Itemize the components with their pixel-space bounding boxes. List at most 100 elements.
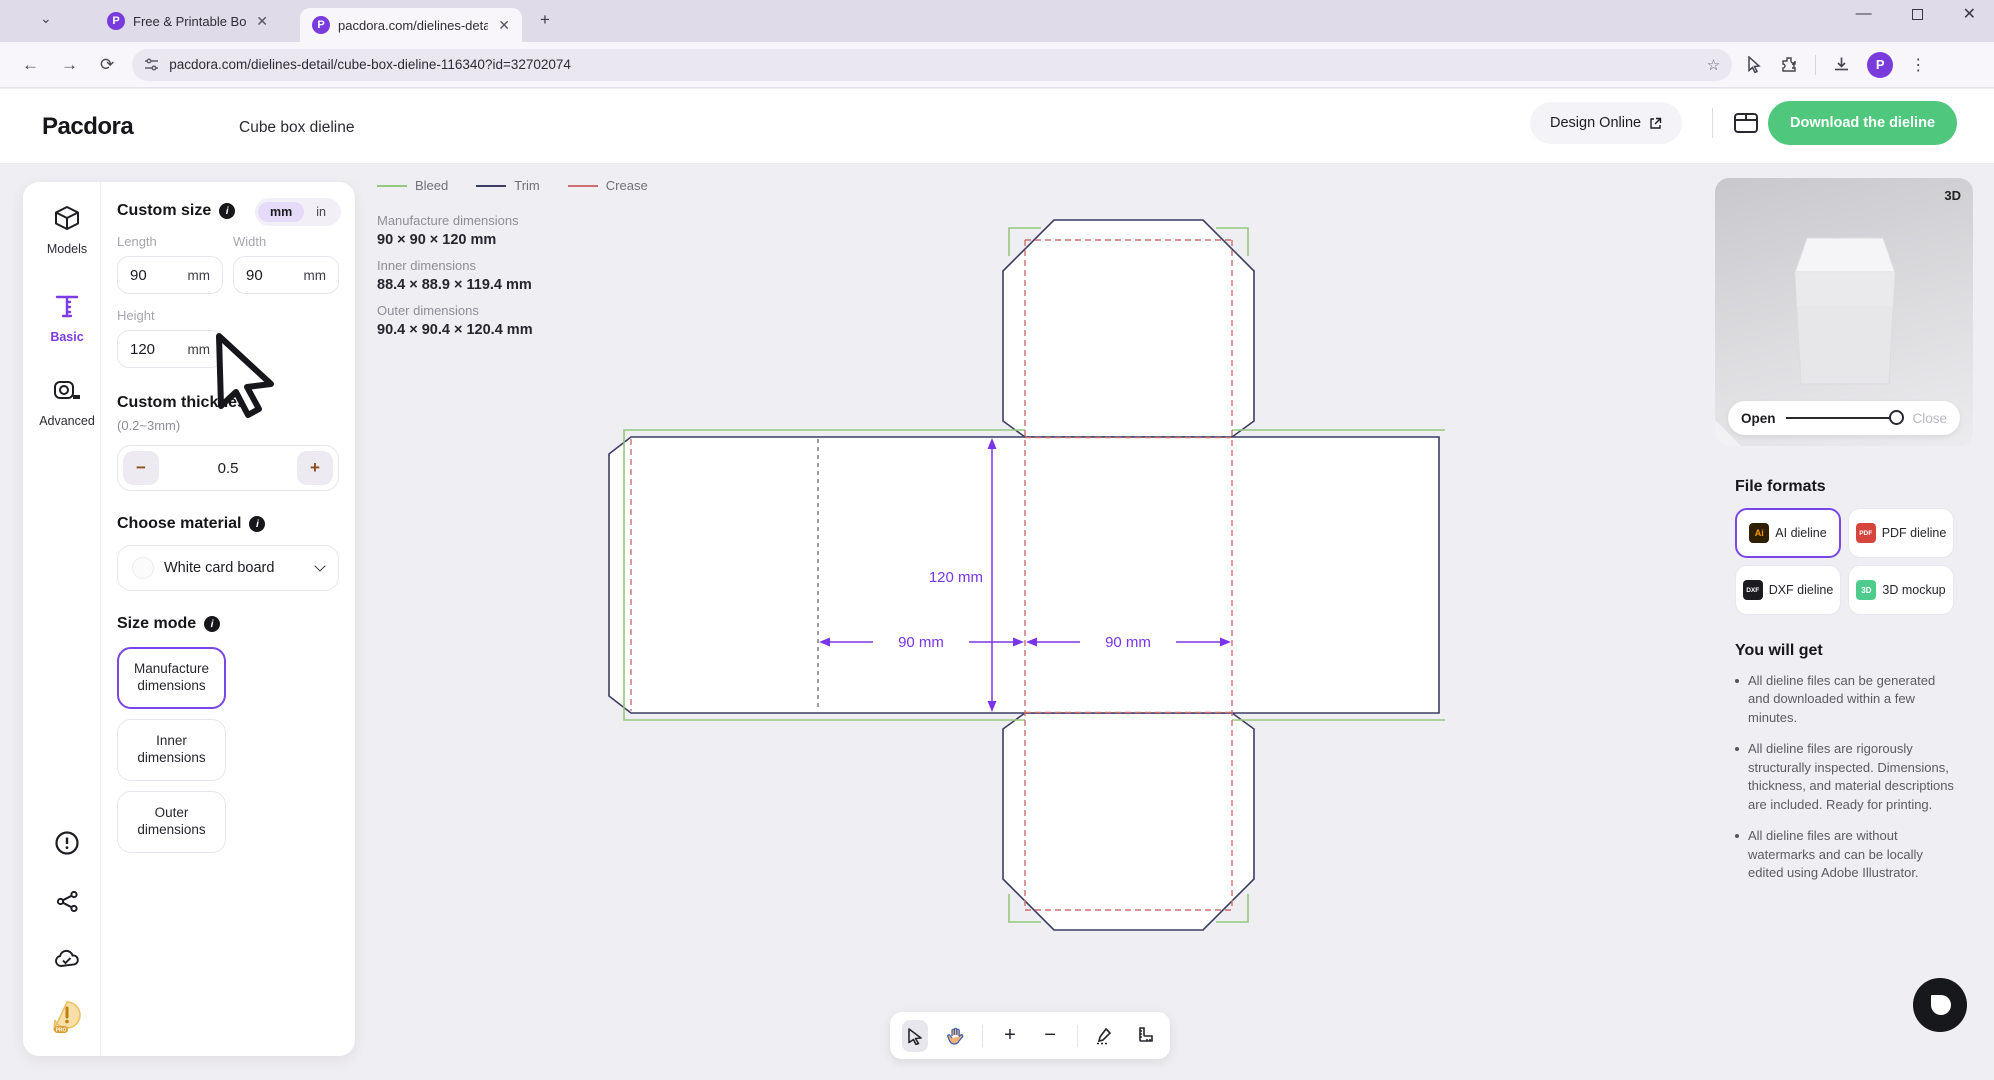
- format-label: PDF dieline: [1882, 526, 1947, 540]
- dxf-file-icon: DXF: [1743, 580, 1763, 600]
- size-mode-title: Size mode i: [117, 615, 339, 633]
- mockup-file-icon: 3D: [1856, 580, 1876, 600]
- slider-knob[interactable]: [1889, 410, 1904, 425]
- browser-tab-1[interactable]: P Free & Printable Box Templat ✕: [95, 4, 280, 38]
- sidebar-item-basic[interactable]: Basic: [23, 292, 111, 344]
- toolbar-extensions: P ⋮: [1746, 52, 1926, 78]
- mode-inner-button[interactable]: Inner dimensions: [117, 719, 226, 781]
- tab-search-chevron-icon[interactable]: ⌄: [40, 10, 52, 27]
- window-minimize-button[interactable]: —: [1856, 5, 1872, 23]
- rotate-3d-icon[interactable]: 3D: [1944, 188, 1961, 203]
- window-close-button[interactable]: ✕: [1963, 4, 1976, 24]
- browser-tab-2-active[interactable]: P pacdora.com/dielines-detail/ ✕: [300, 8, 522, 42]
- thickness-value[interactable]: 0.5: [159, 460, 297, 477]
- format-3d-mockup-button[interactable]: 3D 3D mockup: [1848, 565, 1954, 615]
- unit-in-option[interactable]: in: [304, 202, 338, 222]
- info-icon[interactable]: i: [249, 516, 265, 532]
- unit-mm-option[interactable]: mm: [258, 202, 304, 222]
- format-ai-button[interactable]: Ai AI dieline: [1735, 508, 1841, 558]
- hand-icon: [946, 1027, 964, 1045]
- cloud-check-icon: [54, 948, 81, 970]
- puzzle-extensions-icon[interactable]: [1780, 56, 1798, 74]
- ai-file-icon: Ai: [1749, 523, 1769, 543]
- annotate-tool-button[interactable]: [1092, 1020, 1118, 1052]
- format-dxf-button[interactable]: DXF DXF dieline: [1735, 565, 1841, 615]
- mode-label: Inner dimensions: [122, 733, 221, 767]
- t-square-icon: [53, 292, 81, 320]
- site-info-icon[interactable]: [144, 57, 159, 72]
- length-unit: mm: [188, 268, 211, 283]
- benefit-item: All dieline files are without watermarks…: [1735, 827, 1960, 882]
- size-mode-options: Manufacture dimensions Inner dimensions …: [117, 647, 339, 853]
- benefit-item: All dieline files are rigorously structu…: [1735, 740, 1960, 814]
- report-issue-button[interactable]: [23, 830, 111, 856]
- height-label: Height: [117, 308, 223, 323]
- url-text[interactable]: pacdora.com/dielines-detail/cube-box-die…: [169, 57, 1697, 72]
- slider-track[interactable]: [1786, 417, 1903, 419]
- toolbar-divider: [1077, 1025, 1078, 1047]
- height-dim-label: 120 mm: [929, 569, 983, 586]
- tab-close-icon[interactable]: ✕: [496, 17, 512, 34]
- thickness-decrease-button[interactable]: −: [123, 451, 159, 485]
- share-button[interactable]: [23, 889, 111, 914]
- toolbar-divider: [982, 1025, 983, 1047]
- custom-size-label: Custom size: [117, 202, 211, 220]
- select-arrow-icon: [906, 1027, 924, 1045]
- window-restore-button[interactable]: [1912, 9, 1923, 20]
- chevron-down-icon: [314, 560, 325, 571]
- thickness-increase-button[interactable]: +: [297, 451, 333, 485]
- new-tab-button[interactable]: +: [540, 10, 550, 30]
- tab-close-icon[interactable]: ✕: [254, 13, 270, 30]
- info-icon[interactable]: i: [204, 616, 220, 632]
- sidebar-item-models[interactable]: Models: [23, 204, 111, 256]
- mode-manufacture-button[interactable]: Manufacture dimensions: [117, 647, 226, 709]
- inner-dims-label: Inner dimensions: [377, 258, 533, 273]
- zoom-out-button[interactable]: −: [1037, 1020, 1063, 1052]
- download-dieline-button[interactable]: Download the dieline: [1768, 101, 1957, 145]
- pro-bubble-icon: PRO: [50, 1000, 84, 1036]
- mode-label: Manufacture dimensions: [123, 661, 220, 695]
- preview-3d-card[interactable]: 3D Open Close: [1715, 178, 1973, 446]
- length-input[interactable]: 90 mm: [117, 256, 223, 294]
- url-bar[interactable]: pacdora.com/dielines-detail/cube-box-die…: [132, 49, 1732, 81]
- dieline-drawing[interactable]: 120 mm 90 mm 90 mm: [595, 192, 1445, 962]
- height-input[interactable]: 120 mm: [117, 330, 223, 368]
- cursor-extension-icon[interactable]: [1746, 56, 1763, 73]
- bleed-swatch: [377, 185, 407, 187]
- height-value: 120: [130, 341, 155, 358]
- pan-tool-button[interactable]: [942, 1020, 968, 1052]
- legend: Bleed Trim Crease: [377, 178, 648, 193]
- zoom-in-button[interactable]: +: [997, 1020, 1023, 1052]
- select-tool-button[interactable]: [902, 1020, 928, 1052]
- forward-icon[interactable]: →: [61, 55, 78, 75]
- material-title: Choose material i: [117, 515, 339, 533]
- design-online-button[interactable]: Design Online: [1530, 102, 1682, 144]
- pacdora-logo[interactable]: Pacdora: [42, 113, 133, 141]
- page-curl-decoration: [1715, 420, 1741, 446]
- chat-widget-button[interactable]: [1913, 978, 1967, 1032]
- download-icon[interactable]: [1833, 56, 1850, 73]
- trim-swatch: [476, 185, 506, 187]
- benefit-text: All dieline files are without watermarks…: [1748, 827, 1960, 882]
- open-close-slider[interactable]: Open Close: [1728, 401, 1960, 435]
- material-swatch: [132, 557, 154, 579]
- profile-avatar[interactable]: P: [1867, 52, 1893, 78]
- mode-outer-button[interactable]: Outer dimensions: [117, 791, 226, 853]
- bookmark-star-icon[interactable]: ☆: [1707, 56, 1720, 74]
- reload-icon[interactable]: ⟳: [100, 55, 114, 75]
- package-icon[interactable]: [1731, 108, 1761, 138]
- material-dropdown[interactable]: White card board: [117, 545, 339, 591]
- sidebar-item-advanced[interactable]: Advanced: [23, 378, 111, 428]
- pro-feedback-button[interactable]: PRO: [23, 1000, 111, 1036]
- browser-menu-icon[interactable]: ⋮: [1910, 55, 1926, 75]
- sidebar-item-label: Models: [23, 242, 111, 256]
- measure-tool-button[interactable]: [1132, 1020, 1158, 1052]
- box-3d-render: [1715, 206, 1973, 406]
- cloud-save-button[interactable]: [23, 948, 111, 970]
- format-pdf-button[interactable]: PDF PDF dieline: [1848, 508, 1954, 558]
- info-icon[interactable]: i: [219, 203, 235, 219]
- width-input[interactable]: 90 mm: [233, 256, 339, 294]
- width-label: Width: [233, 234, 339, 249]
- back-icon[interactable]: ←: [22, 55, 39, 75]
- canvas-toolbar: + −: [890, 1012, 1170, 1059]
